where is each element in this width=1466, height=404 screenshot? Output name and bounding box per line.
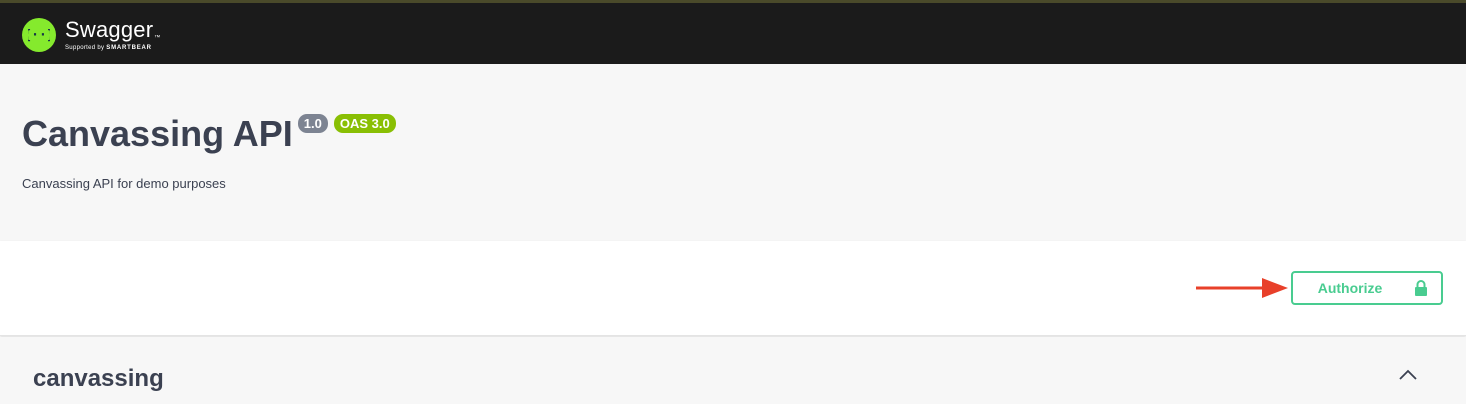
api-info: Canvassing API 1.0 OAS 3.0 Canvassing AP… (0, 64, 1466, 241)
logo-name: Swagger™ (65, 17, 161, 42)
red-arrow-right-icon (1196, 277, 1288, 304)
chevron-up-icon[interactable] (1398, 369, 1418, 381)
api-description: Canvassing API for demo purposes (22, 176, 226, 191)
swagger-braces-icon: {··} (22, 18, 56, 52)
page-title: Canvassing API (22, 113, 293, 154)
title-row: Canvassing API 1.0 OAS 3.0 (22, 112, 396, 156)
lock-icon (1414, 279, 1428, 297)
oas-badge: OAS 3.0 (333, 114, 396, 133)
version-badge: 1.0 (297, 114, 328, 133)
authorize-label: Authorize (1317, 280, 1383, 296)
scheme-container: Authorize (0, 241, 1466, 336)
svg-text:{··}: {··} (28, 28, 50, 43)
logo-supported-by: Supported by SMARTBEAR (65, 45, 152, 51)
tag-header-canvassing[interactable]: canvassing (22, 357, 1444, 401)
tag-section: canvassing (0, 337, 1466, 404)
authorize-button[interactable]: Authorize (1291, 271, 1443, 305)
swagger-logo-link[interactable]: {··} Swagger™ Supported by SMARTBEAR (22, 13, 160, 57)
tag-name: canvassing (33, 365, 164, 392)
logo-wordmark: Swagger™ Supported by SMARTBEAR (65, 17, 161, 52)
topbar: {··} Swagger™ Supported by SMARTBEAR (0, 0, 1466, 64)
